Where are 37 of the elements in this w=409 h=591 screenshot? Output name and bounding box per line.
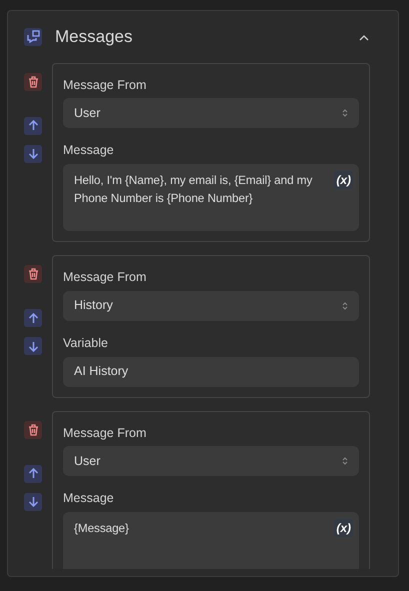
variable-input[interactable]: AI History bbox=[63, 356, 359, 386]
field-label: Message From bbox=[63, 76, 148, 94]
message-from-select[interactable]: User bbox=[63, 98, 359, 128]
field-label: Message bbox=[63, 490, 115, 508]
move-down-button[interactable] bbox=[24, 144, 42, 162]
move-up-button[interactable] bbox=[24, 116, 42, 134]
up-down-caret-icon bbox=[342, 456, 348, 466]
arrow-down-icon bbox=[28, 340, 38, 352]
message-textarea[interactable]: {Message} (x) bbox=[63, 512, 359, 568]
move-up-button[interactable] bbox=[24, 309, 42, 327]
message-from-select[interactable]: History bbox=[63, 290, 359, 321]
trash-icon bbox=[28, 76, 38, 88]
move-down-button[interactable] bbox=[24, 492, 42, 510]
delete-button[interactable] bbox=[24, 265, 42, 283]
up-down-caret-icon bbox=[342, 108, 348, 118]
insert-variable-button[interactable]: (x) bbox=[334, 519, 353, 537]
field-label: Variable bbox=[63, 334, 109, 352]
insert-variable-button[interactable]: (x) bbox=[334, 171, 353, 189]
delete-button[interactable] bbox=[24, 72, 42, 90]
arrow-up-icon bbox=[28, 468, 38, 479]
up-down-caret-icon bbox=[342, 300, 348, 311]
trash-icon bbox=[28, 424, 38, 436]
messages-icon bbox=[24, 28, 42, 46]
move-down-button[interactable] bbox=[24, 337, 42, 355]
field-label: Message bbox=[63, 142, 115, 160]
message-textarea[interactable]: Hello, I'm {Name}, my email is, {Email} and my Phone Number is {Phone Number} (x) bbox=[63, 164, 359, 231]
arrow-down-icon bbox=[28, 148, 38, 159]
delete-button[interactable] bbox=[24, 420, 42, 438]
message-from-select[interactable]: User bbox=[63, 446, 359, 476]
field-label: Message From bbox=[63, 424, 148, 442]
panel-title: Messages bbox=[55, 26, 132, 48]
field-label: Message From bbox=[63, 269, 148, 286]
arrow-up-icon bbox=[28, 120, 38, 131]
move-up-button[interactable] bbox=[24, 464, 42, 482]
arrow-up-icon bbox=[28, 312, 38, 324]
arrow-down-icon bbox=[28, 496, 38, 507]
trash-icon bbox=[28, 268, 38, 280]
